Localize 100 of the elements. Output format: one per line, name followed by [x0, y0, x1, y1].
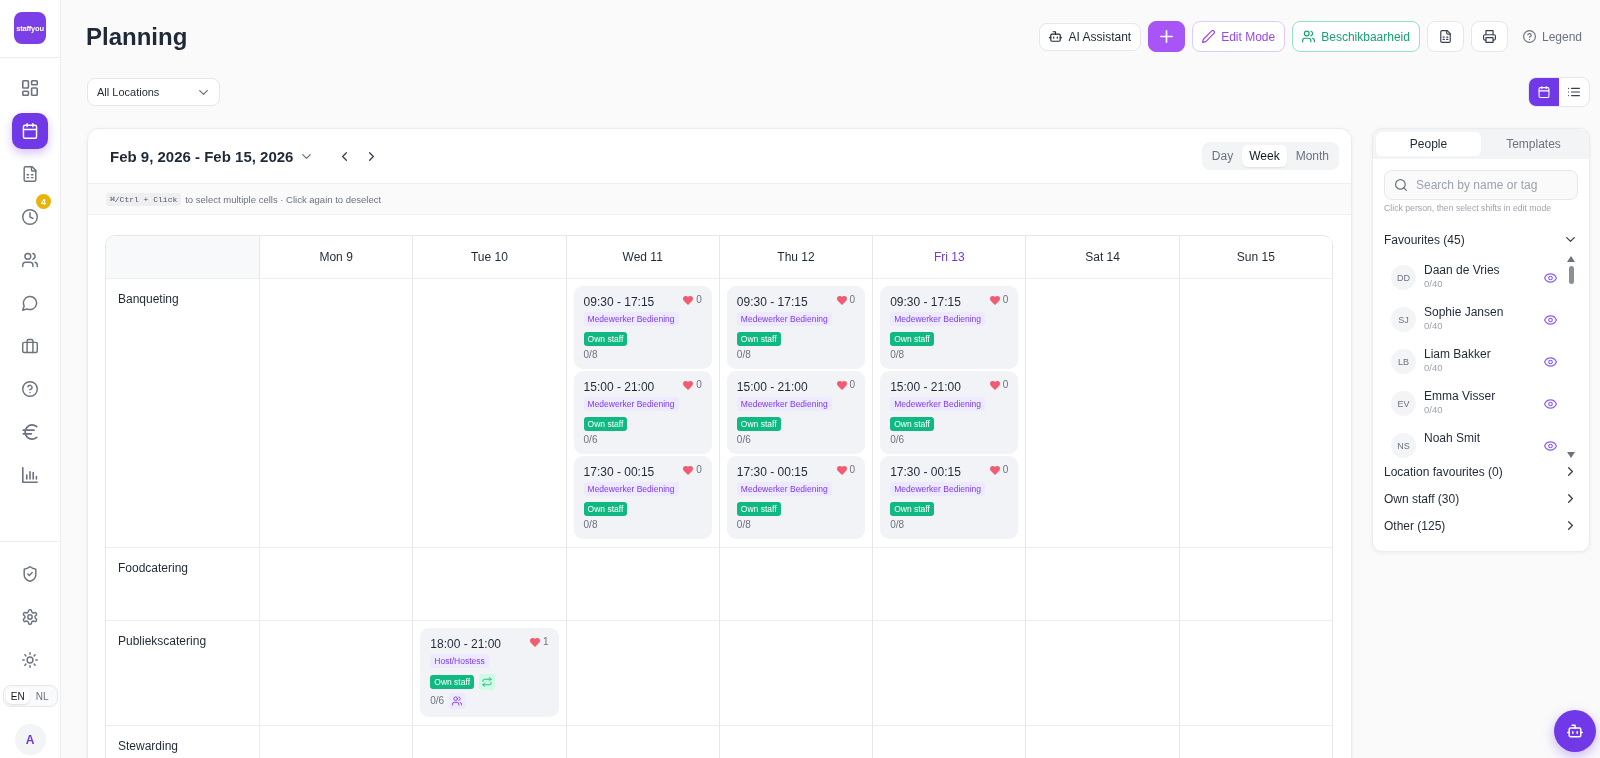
schedule-cell[interactable]: [719, 548, 874, 621]
search-field[interactable]: Search by name or tag: [1384, 170, 1578, 200]
schedule-cell[interactable]: [260, 279, 414, 548]
person-row[interactable]: SJ Sophie Jansen 0/40: [1391, 298, 1567, 340]
user-avatar[interactable]: A: [14, 724, 46, 755]
shield-check-icon: [22, 566, 38, 582]
shift-card[interactable]: 09:30 - 17:15 0 Medewerker Bediening Own staff 0/8: [880, 286, 1019, 369]
group-header[interactable]: Favourites (45): [1384, 226, 1578, 253]
role-tag: Medewerker Bediening: [736, 482, 832, 496]
shift-card[interactable]: 15:00 - 21:00 0 Medewerker Bediening Own staff 0/6: [573, 371, 712, 454]
group-header[interactable]: Own staff (30): [1384, 485, 1578, 512]
spreadsheet-icon: [22, 166, 38, 182]
eye-icon[interactable]: [1544, 398, 1557, 409]
shift-card[interactable]: 18:00 - 21:00 1 Host/Hostess Own staff 0/6: [420, 628, 559, 717]
schedule-cell[interactable]: [260, 621, 414, 726]
schedule-cell[interactable]: [1026, 548, 1180, 621]
export-button[interactable]: [1426, 21, 1464, 52]
shift-card[interactable]: 17:30 - 00:15 0 Medewerker Bediening Own staff 0/8: [726, 456, 866, 539]
view-toggle[interactable]: [1528, 77, 1590, 107]
chevron-down-icon: [302, 153, 312, 159]
group-header[interactable]: Location favourites (0): [1384, 458, 1578, 485]
view-tab[interactable]: Day: [1204, 145, 1241, 167]
print-button[interactable]: [1470, 21, 1508, 52]
schedule-cell[interactable]: [413, 548, 567, 621]
likes-count: 1: [543, 636, 549, 648]
date-range-picker[interactable]: Feb 9, 2026 - Feb 15, 2026: [110, 147, 312, 165]
help-icon: [22, 381, 38, 397]
likes-count: 0: [849, 464, 856, 476]
view-tab[interactable]: Week: [1242, 145, 1287, 167]
schedule-cell[interactable]: [260, 548, 414, 621]
schedule-cell[interactable]: [1179, 279, 1333, 548]
person-row[interactable]: EV Emma Visser 0/40: [1391, 382, 1567, 424]
eye-icon[interactable]: [1544, 272, 1557, 283]
schedule-cell[interactable]: [413, 279, 567, 548]
shift-card[interactable]: 17:30 - 00:15 0 Medewerker Bediening Own staff 0/8: [880, 456, 1019, 539]
schedule-cell[interactable]: [1179, 548, 1333, 621]
shift-time: 18:00 - 21:00: [430, 636, 501, 652]
scroll-up-icon[interactable]: [1567, 256, 1575, 262]
shift-time: 17:30 - 00:15: [736, 464, 808, 480]
language-option[interactable]: EN: [5, 688, 30, 704]
schedule-cell[interactable]: [1026, 621, 1180, 726]
likes-count: 0: [696, 379, 702, 391]
schedule-cell[interactable]: [873, 548, 1027, 621]
eye-icon[interactable]: [1544, 440, 1557, 451]
plus-icon: [1160, 30, 1174, 43]
schedule-cell[interactable]: 18:00 - 21:00 1 Host/Hostess Own staff 0/6: [413, 621, 567, 726]
edit-mode-button[interactable]: Edit Mode: [1192, 21, 1286, 52]
shift-card[interactable]: 09:30 - 17:15 0 Medewerker Bediening Own staff 0/8: [726, 286, 866, 369]
initials-avatar: SJ: [1391, 307, 1416, 332]
sidebar-item[interactable]: [12, 113, 48, 149]
person-row[interactable]: LB Liam Bakker 0/40: [1391, 340, 1567, 382]
add-button[interactable]: [1148, 21, 1186, 52]
schedule-cell[interactable]: [1026, 279, 1180, 548]
scrollbar-thumb[interactable]: [1568, 266, 1574, 284]
schedule-cell[interactable]: [719, 621, 874, 726]
shift-card[interactable]: 15:00 - 21:00 0 Medewerker Bediening Own staff 0/6: [880, 371, 1019, 454]
shift-card[interactable]: 17:30 - 00:15 0 Medewerker Bediening Own staff 0/8: [573, 456, 712, 539]
location-label: Publiekscatering: [106, 621, 260, 726]
schedule-cell[interactable]: 09:30 - 17:15 0 Medewerker Bediening Own staff 0/8 15:00 - 21:00 0 Medewerker Bediening Own staff 0/6 17:30 - 00:15 0 Medewerker Bediening Own staff 0/8: [719, 279, 874, 548]
person-row[interactable]: DD Daan de Vries 0/40: [1391, 256, 1567, 298]
schedule-cell[interactable]: [1179, 621, 1333, 726]
role-tag: Medewerker Bediening: [736, 312, 832, 326]
day-header: Mon 9: [260, 236, 414, 279]
eye-icon[interactable]: [1544, 314, 1557, 325]
person-name: Noah Smit: [1424, 431, 1482, 446]
schedule-cell[interactable]: [566, 621, 720, 726]
person-hours: 0/40: [1424, 320, 1444, 332]
schedule-cell[interactable]: 09:30 - 17:15 0 Medewerker Bediening Own staff 0/8 15:00 - 21:00 0 Medewerker Bediening Own staff 0/6 17:30 - 00:15 0 Medewerker Bediening Own staff 0/8: [566, 279, 720, 548]
legend-button[interactable]: Legend: [1514, 21, 1582, 52]
eye-icon[interactable]: [1544, 356, 1557, 367]
contract-badge: Own staff: [890, 332, 934, 346]
assistant-fab[interactable]: [1554, 710, 1596, 752]
schedule-cell[interactable]: 09:30 - 17:15 0 Medewerker Bediening Own staff 0/8 15:00 - 21:00 0 Medewerker Bediening Own staff 0/6 17:30 - 00:15 0 Medewerker Bediening Own staff 0/8: [873, 279, 1027, 548]
day-header: Tue 10: [413, 236, 567, 279]
panel-tab[interactable]: People: [1376, 132, 1481, 156]
panel-tab[interactable]: Templates: [1481, 132, 1586, 156]
person-hours: 0/40: [1424, 278, 1444, 290]
view-switcher[interactable]: Day Week Month: [1201, 142, 1339, 170]
person-row[interactable]: NS Noah Smit: [1391, 424, 1567, 458]
scroll-down-icon[interactable]: [1567, 452, 1575, 458]
likes-count: 0: [849, 294, 856, 306]
language-toggle[interactable]: EN NL: [2, 685, 58, 707]
shortcut-key: ⌘/Ctrl + Click: [106, 192, 182, 206]
heart-icon: [836, 465, 847, 475]
view-tab[interactable]: Month: [1288, 145, 1336, 167]
heart-icon: [530, 637, 540, 647]
day-header: Sat 14: [1026, 236, 1180, 279]
role-tag: Medewerker Bediening: [583, 397, 679, 411]
location-dropdown[interactable]: All Locations: [87, 78, 220, 106]
shift-card[interactable]: 15:00 - 21:00 0 Medewerker Bediening Own staff 0/6: [726, 371, 866, 454]
ai-assistant-button[interactable]: AI Assistant: [1039, 22, 1142, 51]
filled-count: 0/6: [430, 695, 445, 707]
language-option[interactable]: NL: [30, 688, 55, 704]
schedule-cell[interactable]: [566, 548, 720, 621]
person-name: Emma Visser: [1424, 389, 1497, 404]
shift-time: 09:30 - 17:15: [736, 294, 808, 310]
schedule-cell[interactable]: [873, 621, 1027, 726]
group-header[interactable]: Other (125): [1384, 512, 1578, 539]
shift-card[interactable]: 09:30 - 17:15 0 Medewerker Bediening Own staff 0/8: [573, 286, 712, 369]
calendar-view-button[interactable]: [1529, 78, 1559, 106]
